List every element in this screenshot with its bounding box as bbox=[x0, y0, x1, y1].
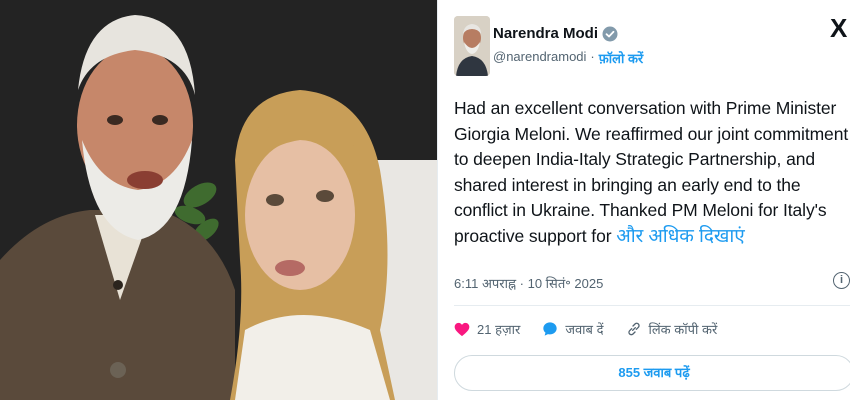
tweet-body: Had an excellent conversation with Prime… bbox=[454, 98, 849, 246]
news-photo bbox=[0, 0, 437, 400]
reply-label: जवाब दें bbox=[565, 322, 604, 337]
like-button[interactable]: 21 हज़ार bbox=[454, 320, 520, 338]
reply-button[interactable]: जवाब दें bbox=[542, 320, 604, 338]
tweet-actions: 21 हज़ार जवाब दें लिंक कॉपी करें bbox=[454, 320, 739, 338]
handle-separator: · bbox=[590, 49, 595, 64]
verified-badge-icon bbox=[602, 26, 618, 41]
x-logo-icon[interactable]: X bbox=[830, 15, 850, 41]
link-icon bbox=[627, 322, 640, 336]
reply-bubble-icon bbox=[543, 322, 557, 336]
tweet-timestamp[interactable]: 6:11 अपराह्न · 10 सितं॰ 2025 bbox=[454, 274, 603, 292]
follow-button[interactable]: फ़ॉलो करें bbox=[599, 49, 643, 67]
photo-illustration bbox=[0, 0, 437, 400]
author-avatar[interactable] bbox=[454, 16, 490, 76]
show-more-link[interactable]: और अधिक दिखाएं bbox=[616, 226, 745, 247]
copy-link-button[interactable]: लिंक कॉपी करें bbox=[626, 320, 718, 338]
read-replies-button[interactable]: 855 जवाब पढ़ें bbox=[454, 355, 850, 391]
info-icon[interactable]: i bbox=[833, 272, 850, 289]
author-handle[interactable]: @narendramodi bbox=[493, 49, 586, 67]
copy-link-label: लिंक कॉपी करें bbox=[648, 322, 718, 337]
divider bbox=[454, 305, 850, 306]
author-name[interactable]: Narendra Modi bbox=[493, 25, 598, 42]
tweet-card: Narendra Modi @narendramodi · फ़ॉलो करें… bbox=[437, 0, 850, 400]
heart-icon bbox=[454, 322, 470, 336]
like-count: 21 हज़ार bbox=[477, 322, 521, 337]
tweet-text: Had an excellent conversation with Prime… bbox=[454, 96, 849, 249]
